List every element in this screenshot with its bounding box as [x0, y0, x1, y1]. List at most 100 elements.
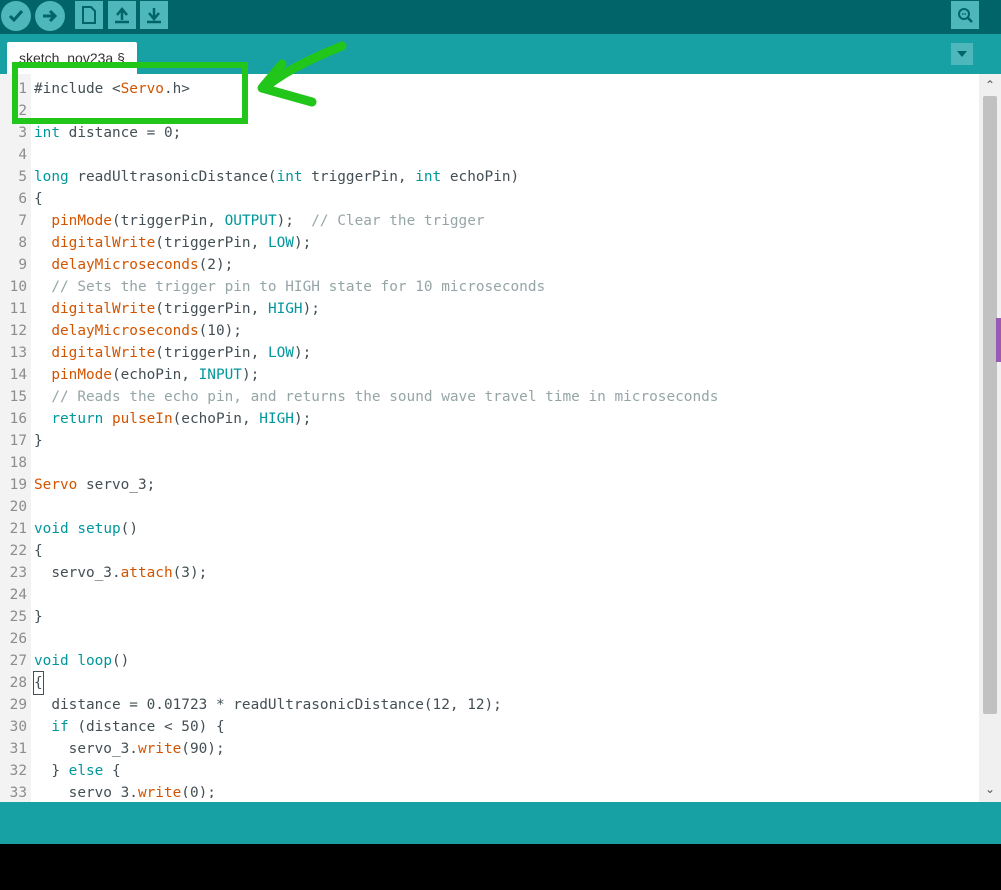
code-token: HIGH	[267, 301, 303, 317]
code-token: digitalWrite	[51, 301, 156, 317]
code-line[interactable]: 11 digitalWrite(triggerPin, HIGH);	[0, 298, 975, 320]
line-number: 7	[18, 213, 27, 229]
code-line[interactable]: 12 delayMicroseconds(10);	[0, 320, 975, 342]
line-number: 22	[9, 543, 27, 559]
code-line[interactable]: 19 Servo servo_3;	[0, 474, 975, 496]
line-number: 18	[9, 455, 27, 471]
code-line[interactable]: 20	[0, 496, 975, 518]
line-number: 15	[9, 389, 27, 405]
code-token: );	[302, 301, 320, 317]
code-line[interactable]: 22 {	[0, 540, 975, 562]
code-token: (90);	[181, 741, 225, 757]
code-token: HIGH	[259, 411, 294, 427]
save-button[interactable]	[140, 1, 168, 29]
code-token: ()	[111, 653, 130, 669]
code-token: int	[276, 169, 303, 185]
code-line[interactable]: 5 long readUltrasonicDistance(int trigger…	[0, 166, 975, 188]
code-line[interactable]: 8 digitalWrite(triggerPin, LOW);	[0, 232, 975, 254]
code-line[interactable]: 24	[0, 584, 975, 606]
code-line[interactable]: 15 // Reads the echo pin, and returns th…	[0, 386, 975, 408]
line-number: 30	[9, 719, 27, 735]
code-token: INPUT	[198, 367, 242, 383]
scroll-up-icon[interactable]: ⌃	[983, 78, 997, 92]
upload-button[interactable]	[35, 1, 65, 31]
code-line[interactable]: 16 return pulseIn(echoPin, HIGH);	[0, 408, 975, 430]
code-line[interactable]: 7 pinMode(triggerPin, OUTPUT); // Clear …	[0, 210, 975, 232]
line-text: {	[33, 671, 44, 695]
scroll-down-icon[interactable]: ⌄	[983, 782, 997, 796]
line-number: 12	[9, 323, 27, 339]
code-line[interactable]: 25}	[0, 606, 975, 628]
serial-monitor-button[interactable]	[951, 1, 979, 29]
line-number: 3	[18, 125, 27, 141]
open-icon	[115, 7, 129, 24]
code-token: (triggerPin,	[155, 345, 268, 361]
code-line[interactable]: 9 delayMicroseconds(2);	[0, 254, 975, 276]
line-number: 21	[9, 521, 27, 537]
code-editor[interactable]: 1 #include <Servo.h> 2 3 int distance = 0; 4 5…	[0, 74, 1001, 802]
code-line[interactable]: 10 // Sets the trigger pin to HIGH state…	[0, 276, 975, 298]
code-token: LOW	[267, 345, 294, 361]
code-line[interactable]: 3 int distance = 0;	[0, 122, 975, 144]
code-token: servo_3.	[34, 565, 121, 581]
line-text: servo_3.write(0);	[34, 782, 216, 798]
line-text: servo_3.attach(3);	[34, 562, 207, 584]
code-line[interactable]: 28 {	[0, 671, 975, 695]
code-line[interactable]: 27 void loop()	[0, 650, 975, 672]
side-indicator	[996, 318, 1001, 362]
vertical-scrollbar[interactable]: ⌃ ⌄	[979, 74, 1001, 802]
line-text: digitalWrite(triggerPin, LOW);	[34, 232, 311, 254]
verify-icon	[8, 10, 24, 23]
code-line[interactable]: 26	[0, 628, 975, 650]
line-text: void setup()	[34, 518, 138, 540]
open-button[interactable]	[108, 1, 136, 29]
code-token: (distance < 50) {	[68, 719, 225, 735]
line-number: 25	[9, 609, 27, 625]
code-area[interactable]: 1 #include <Servo.h> 2 3 int distance = 0; 4 5…	[0, 78, 975, 798]
line-text: }	[34, 430, 43, 452]
verify-button[interactable]	[1, 1, 31, 31]
code-line[interactable]: 6{	[0, 188, 975, 210]
code-line[interactable]: 21 void setup()	[0, 518, 975, 540]
line-text: Servo servo_3;	[34, 474, 155, 496]
line-number: 17	[9, 433, 27, 449]
annotation-arrow-icon	[257, 41, 347, 107]
code-line[interactable]: 23 servo_3.attach(3);	[0, 562, 975, 584]
code-line[interactable]: 32 } else {	[0, 760, 975, 782]
code-line[interactable]: 4	[0, 144, 975, 166]
code-token: (triggerPin,	[111, 213, 225, 229]
scroll-thumb[interactable]	[983, 96, 997, 714]
code-line[interactable]: 18	[0, 452, 975, 474]
code-token: else	[68, 763, 104, 779]
line-text: distance = 0.01723 * readUltrasonicDista…	[34, 694, 502, 716]
line-text: servo_3.write(90);	[34, 738, 225, 760]
code-line[interactable]: 13 digitalWrite(triggerPin, LOW);	[0, 342, 975, 364]
new-button[interactable]	[75, 1, 103, 29]
code-token: attach	[120, 565, 173, 581]
code-token: setup	[77, 521, 121, 537]
line-number: 9	[18, 257, 27, 273]
code-line[interactable]: 30 if (distance < 50) {	[0, 716, 975, 738]
code-token: Servo	[34, 477, 78, 493]
line-number: 32	[9, 763, 27, 779]
code-line[interactable]: 33 servo_3.write(0);	[0, 782, 975, 798]
line-number: 16	[9, 411, 27, 427]
code-line[interactable]: 29 distance = 0.01723 * readUltrasonicDi…	[0, 694, 975, 716]
line-number: 5	[18, 169, 27, 185]
code-line[interactable]: 17}	[0, 430, 975, 452]
line-number: 10	[9, 279, 27, 295]
code-token: void	[34, 521, 69, 537]
code-line[interactable]: 31 servo_3.write(90);	[0, 738, 975, 760]
code-line[interactable]: 14 pinMode(echoPin, INPUT);	[0, 364, 975, 386]
tab-menu-button[interactable]	[951, 43, 973, 65]
code-token: servo_3.	[34, 785, 138, 798]
status-bar	[0, 802, 1001, 844]
code-token: pulseIn	[111, 411, 173, 427]
line-text: digitalWrite(triggerPin, LOW);	[34, 342, 311, 364]
code-token: int	[415, 169, 442, 185]
